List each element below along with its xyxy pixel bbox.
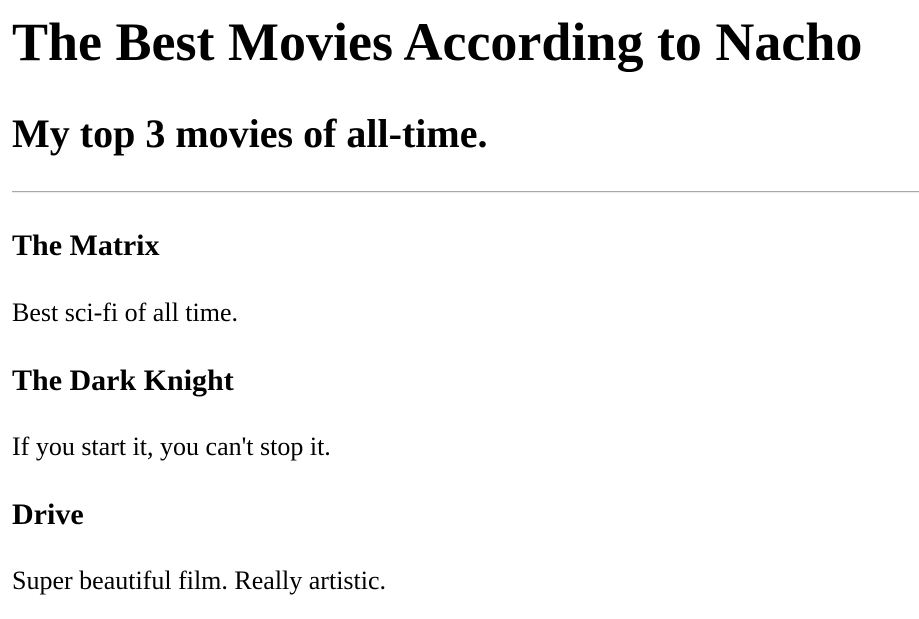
page-title: The Best Movies According to Nacho — [12, 12, 863, 72]
movie-description-drive: Super beautiful film. Really artistic. — [12, 566, 387, 595]
movie-description-the-dark-knight: If you start it, you can't stop it. — [12, 432, 331, 461]
movie-title-drive: Drive — [12, 498, 84, 531]
page: The Best Movies According to Nacho My to… — [0, 0, 919, 619]
movie-title-the-matrix: The Matrix — [12, 229, 160, 262]
horizontal-divider — [12, 191, 919, 193]
movie-title-the-dark-knight: The Dark Knight — [12, 364, 234, 397]
movie-description-the-matrix: Best sci-fi of all time. — [12, 298, 239, 327]
page-subtitle: My top 3 movies of all-time. — [12, 111, 488, 156]
